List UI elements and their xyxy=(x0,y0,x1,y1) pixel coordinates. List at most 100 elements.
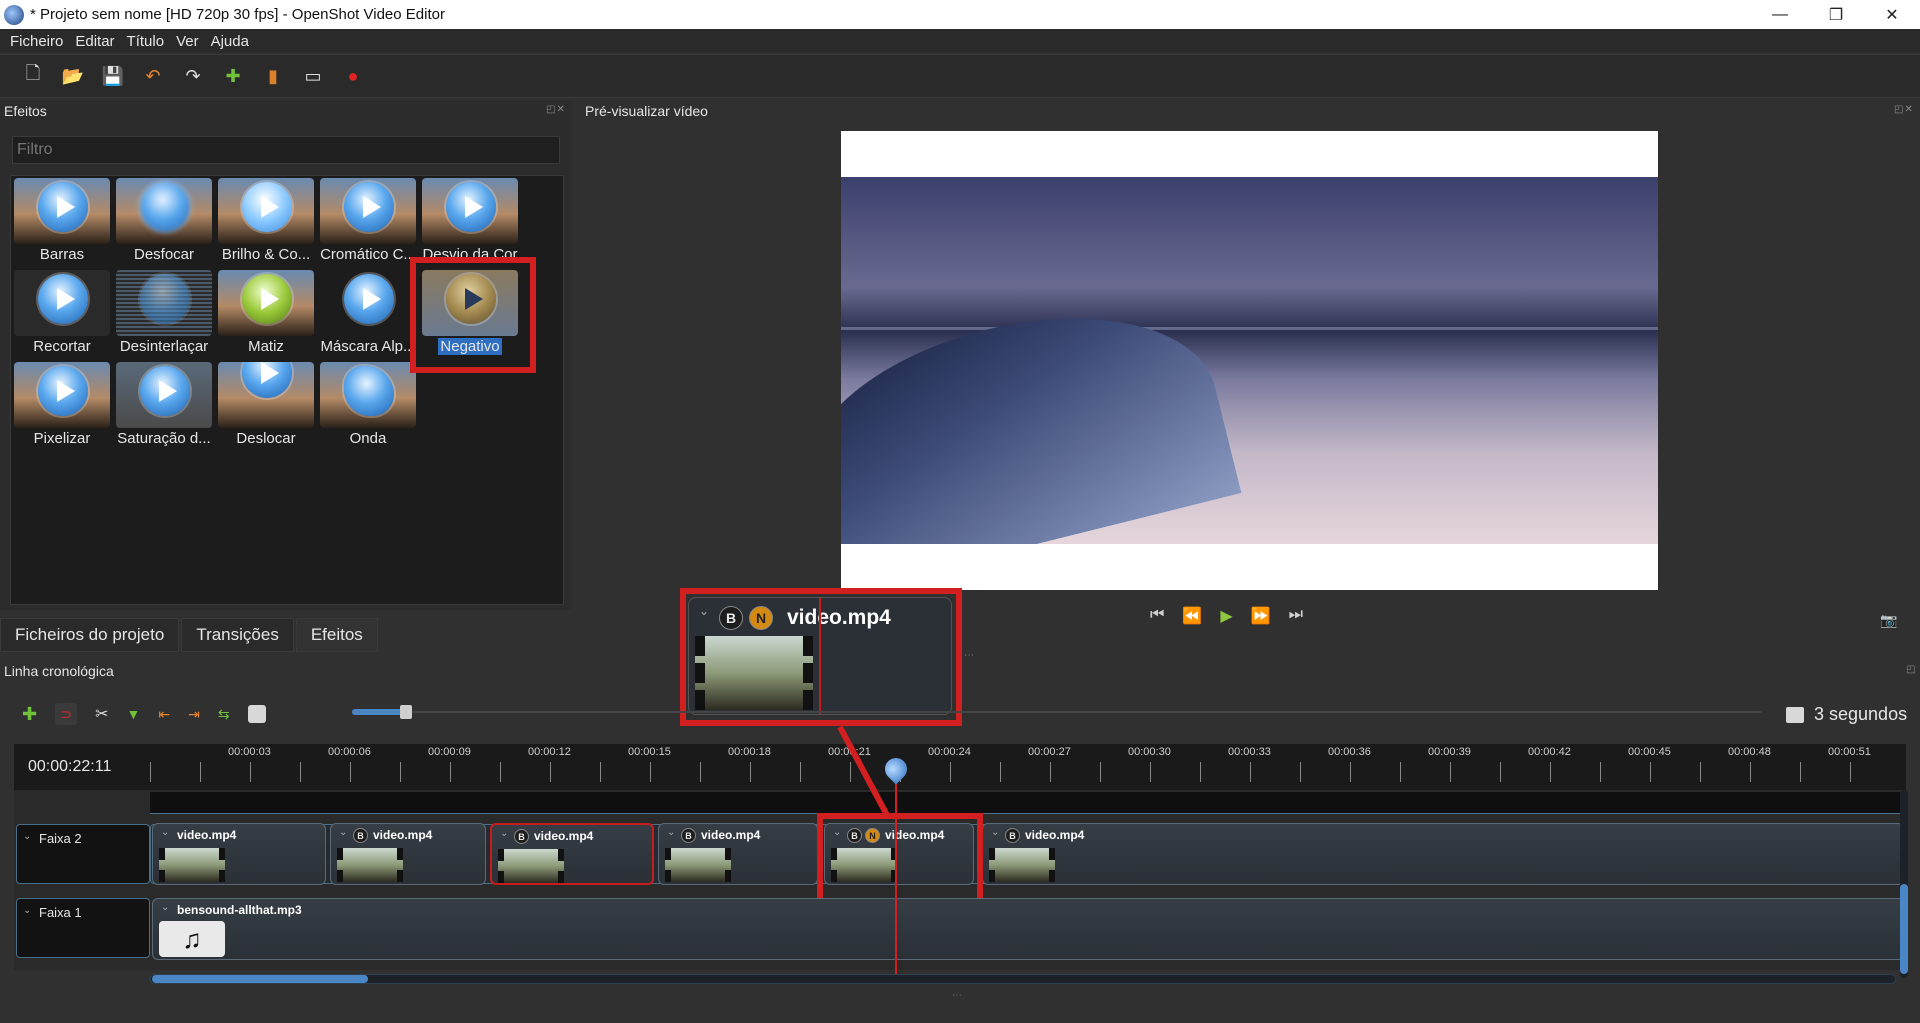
previous-marker-icon[interactable]: ⇤ xyxy=(158,706,170,723)
vertical-scrollbar-thumb[interactable] xyxy=(1900,884,1908,974)
effect-thumbnail xyxy=(14,270,110,336)
effect-desinterlacar[interactable]: Desinterlaçar xyxy=(114,268,214,358)
jump-end-icon[interactable]: ⏭ xyxy=(1289,606,1303,626)
zoom-track xyxy=(412,711,1762,713)
ruler-tick xyxy=(650,762,651,782)
clip-name: video.mp4 xyxy=(1025,828,1085,842)
chevron-down-icon[interactable]: ⌄ xyxy=(991,827,999,838)
timeline-dock-buttons[interactable]: ◰ xyxy=(1906,664,1916,675)
menu-ver[interactable]: Ver xyxy=(170,33,205,50)
ruler-tick xyxy=(1400,762,1401,782)
jump-start-icon[interactable]: ⏮ xyxy=(1150,606,1164,626)
snap-magnet-icon[interactable]: ⊃ xyxy=(55,703,78,725)
calendar-icon xyxy=(1786,706,1804,723)
effects-dock-buttons[interactable]: ◰✕ xyxy=(546,104,566,115)
ruler-tick-label: 00:00:48 xyxy=(1728,746,1771,758)
menu-ajuda[interactable]: Ajuda xyxy=(205,33,255,50)
center-playhead-icon[interactable]: ⇆ xyxy=(218,706,230,723)
export-video-icon[interactable]: ● xyxy=(340,63,366,89)
chevron-down-icon[interactable]: ⌄ xyxy=(23,831,31,842)
effects-filter-input[interactable] xyxy=(12,136,560,164)
effect-thumbnail xyxy=(320,362,416,428)
timeline-toolbar: ✚ ⊃ ✂ ▼ ⇤ ⇥ ⇆ xyxy=(0,692,1920,736)
track-header-faixa-2[interactable]: ⌄ Faixa 2 xyxy=(16,824,150,884)
effect-thumbnail xyxy=(14,178,110,244)
track-partial xyxy=(150,792,1904,814)
timeline-clip[interactable]: ⌄ video.mp4 xyxy=(152,823,326,885)
effect-matiz[interactable]: Matiz xyxy=(216,268,316,358)
open-project-icon[interactable]: 📂 xyxy=(60,63,86,89)
ruler-tick xyxy=(1850,762,1851,782)
ruler-tick-label: 00:00:33 xyxy=(1228,746,1271,758)
ruler-tick-label: 00:00:27 xyxy=(1028,746,1071,758)
menu-editar[interactable]: Editar xyxy=(69,33,120,50)
clip-thumbnail xyxy=(665,848,731,882)
minimize-button[interactable]: — xyxy=(1752,0,1808,29)
track-header-faixa-1[interactable]: ⌄ Faixa 1 xyxy=(16,898,150,958)
splitter-dots[interactable]: ⋯ xyxy=(964,650,974,661)
tab-transitions[interactable]: Transições xyxy=(181,618,294,652)
effect-label: Desfocar xyxy=(133,246,195,263)
bottom-splitter-dots[interactable]: ⋯ xyxy=(952,990,962,1001)
timeline-audio-clip[interactable]: ⌄ bensound-allthat.mp3 ♫ xyxy=(152,898,1904,960)
add-marker-icon[interactable]: ▼ xyxy=(127,706,141,722)
chevron-down-icon[interactable]: ⌄ xyxy=(667,827,675,838)
restore-button[interactable]: ❐ xyxy=(1808,0,1864,29)
effect-brilho[interactable]: Brilho & Co... xyxy=(216,176,316,266)
fast-forward-icon[interactable]: ⏩ xyxy=(1251,606,1271,626)
chevron-down-icon[interactable]: ⌄ xyxy=(500,828,508,839)
import-files-icon[interactable]: ✚ xyxy=(220,63,246,89)
effect-cromatico[interactable]: Cromático C... xyxy=(318,176,418,266)
next-marker-icon[interactable]: ⇥ xyxy=(188,706,200,723)
menu-titulo[interactable]: Título xyxy=(121,33,171,50)
profile-icon[interactable]: ▮ xyxy=(260,63,286,89)
tab-project-files[interactable]: Ficheiros do projeto xyxy=(0,618,180,652)
zoom-slider-handle[interactable] xyxy=(400,705,412,719)
close-button[interactable]: ✕ xyxy=(1864,0,1920,29)
horizontal-scrollbar[interactable] xyxy=(150,974,1896,984)
chevron-down-icon[interactable]: ⌄ xyxy=(339,827,347,838)
tab-effects[interactable]: Efeitos xyxy=(295,618,378,652)
track-name: Faixa 2 xyxy=(39,831,82,846)
effect-pixelizar[interactable]: Pixelizar xyxy=(12,360,112,450)
ruler-tick xyxy=(550,762,551,782)
effect-saturacao[interactable]: Saturação d... xyxy=(114,360,214,450)
razor-icon[interactable]: ✂ xyxy=(95,704,108,724)
ruler-tick xyxy=(600,762,601,782)
effect-mascara-alpha[interactable]: Máscara Alp... xyxy=(318,268,418,358)
play-icon[interactable]: ▶ xyxy=(1220,606,1232,626)
effect-desfocar[interactable]: Desfocar xyxy=(114,176,214,266)
rewind-icon[interactable]: ⏪ xyxy=(1182,606,1202,626)
save-project-icon[interactable]: 💾 xyxy=(100,63,126,89)
camera-icon[interactable]: 📷 xyxy=(1880,612,1897,629)
new-project-icon[interactable]: 🗋 xyxy=(20,63,46,89)
ruler-tick xyxy=(1150,762,1151,782)
chevron-down-icon[interactable]: ⌄ xyxy=(161,827,169,838)
fullscreen-icon[interactable]: ▭ xyxy=(300,63,326,89)
undo-icon[interactable]: ↶ xyxy=(140,63,166,89)
zoom-fit-icon[interactable] xyxy=(247,705,266,723)
add-track-icon[interactable]: ✚ xyxy=(22,704,37,725)
horizontal-scrollbar-thumb[interactable] xyxy=(152,975,368,983)
effect-deslocar[interactable]: Deslocar xyxy=(216,360,316,450)
effect-thumbnail xyxy=(116,362,212,428)
timeline-clip[interactable]: ⌄ B video.mp4 xyxy=(982,823,1904,885)
chevron-down-icon[interactable]: ⌄ xyxy=(161,902,169,913)
menu-ficheiro[interactable]: Ficheiro xyxy=(4,33,69,50)
ruler-tick xyxy=(450,762,451,782)
highlight-box-negativo xyxy=(410,257,536,373)
timeline-clip-selected[interactable]: ⌄ B video.mp4 xyxy=(490,823,654,885)
timeline-clip[interactable]: ⌄ B video.mp4 xyxy=(658,823,818,885)
effect-barras[interactable]: Barras xyxy=(12,176,112,266)
ruler-tick xyxy=(200,762,201,782)
effect-label: Recortar xyxy=(33,338,91,355)
ruler-tick xyxy=(700,762,701,782)
chevron-down-icon[interactable]: ⌄ xyxy=(23,905,31,916)
effect-label: Brilho & Co... xyxy=(221,246,311,263)
timeline-clip[interactable]: ⌄ B video.mp4 xyxy=(330,823,486,885)
effect-onda[interactable]: Onda xyxy=(318,360,418,450)
preview-dock-buttons[interactable]: ◰✕ xyxy=(1894,104,1914,115)
redo-icon[interactable]: ↷ xyxy=(180,63,206,89)
effect-desvio-da-cor[interactable]: Desvio da Cor xyxy=(420,176,520,266)
effect-recortar[interactable]: Recortar xyxy=(12,268,112,358)
